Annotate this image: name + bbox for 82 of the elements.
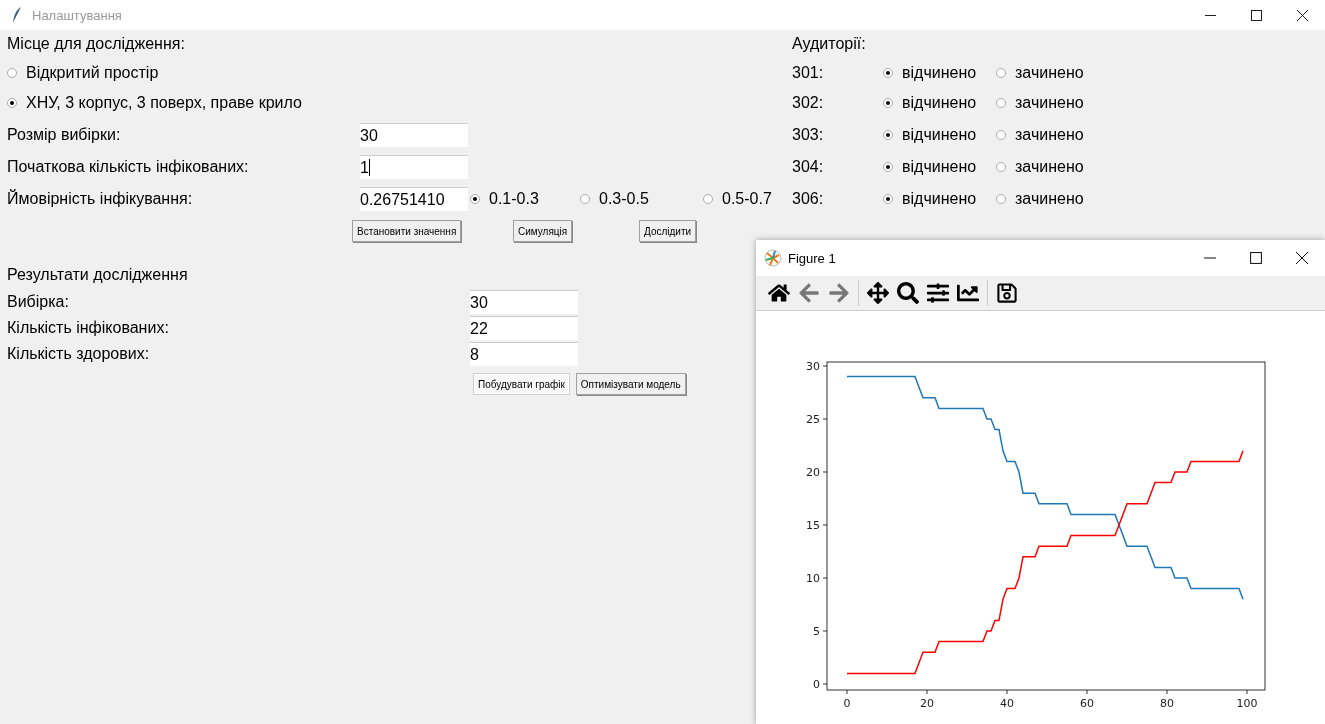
section-label: Результати дослідження <box>7 266 189 284</box>
room-number: 306: <box>792 190 825 208</box>
radio-indicator[interactable] <box>883 67 893 78</box>
field-label: Розмір вибірки: <box>7 126 122 144</box>
line-chart-icon[interactable] <box>955 282 981 304</box>
x-tick-label: 80 <box>1160 697 1174 710</box>
y-tick-label: 25 <box>806 413 820 426</box>
window-title: Figure 1 <box>788 250 836 266</box>
radio-button[interactable]: відчинено <box>883 158 996 176</box>
radio-button[interactable]: зачинено <box>996 158 1084 176</box>
search-icon[interactable] <box>895 282 921 304</box>
action-button[interactable]: Побудувати графік <box>473 373 570 395</box>
maximize-icon[interactable] <box>1250 9 1262 21</box>
feather-icon <box>12 7 22 23</box>
window-title: Налаштування <box>32 7 122 23</box>
radio-button[interactable]: зачинено <box>996 63 1084 82</box>
radio-indicator[interactable] <box>996 162 1006 172</box>
radio-button[interactable]: 0.5-0.7 <box>703 190 792 208</box>
radio-indicator[interactable] <box>996 67 1006 78</box>
y-tick-label: 15 <box>806 519 820 532</box>
radio-indicator[interactable] <box>883 130 893 140</box>
radio-button[interactable]: Відкритий простір <box>7 63 792 82</box>
x-tick-label: 60 <box>1080 697 1094 710</box>
room-number: 301: <box>792 63 825 82</box>
radio-indicator[interactable] <box>7 67 17 78</box>
input-field[interactable]: 0.26751410 <box>360 187 468 211</box>
section-label: Місце для дослідження: <box>7 35 186 53</box>
field-label: Початкова кількість інфікованих: <box>7 158 250 176</box>
radio-button[interactable]: відчинено <box>883 63 996 82</box>
result-field[interactable]: 30 <box>470 290 578 314</box>
y-tick-label: 10 <box>806 572 820 585</box>
x-tick-label: 0 <box>843 697 851 710</box>
radio-button[interactable]: зачинено <box>996 94 1084 112</box>
action-button[interactable]: Симуляція <box>513 220 573 242</box>
radio-button[interactable]: 0.3-0.5 <box>580 190 703 208</box>
radio-button[interactable]: ХНУ, 3 корпус, 3 поверх, праве крило <box>7 94 792 112</box>
room-number: 304: <box>792 158 825 176</box>
input-field[interactable]: 1 <box>360 155 468 179</box>
radio-indicator[interactable] <box>883 162 893 172</box>
radio-indicator[interactable] <box>580 194 590 204</box>
app-icon <box>764 249 782 267</box>
radio-button[interactable]: зачинено <box>996 190 1084 208</box>
radio-button[interactable]: зачинено <box>996 126 1084 144</box>
y-tick-label: 20 <box>806 466 820 479</box>
result-label: Кількість здорових: <box>7 345 151 363</box>
x-tick-label: 20 <box>920 697 934 710</box>
y-tick-label: 0 <box>813 677 820 691</box>
x-tick-label: 100 <box>1236 697 1258 710</box>
radio-button[interactable]: відчинено <box>883 126 996 144</box>
input-field[interactable]: 30 <box>360 123 468 147</box>
result-field[interactable]: 22 <box>470 316 578 340</box>
room-number: 302: <box>792 94 825 112</box>
radio-indicator[interactable] <box>883 194 893 204</box>
sliders-icon[interactable] <box>925 282 951 304</box>
room-number: 303: <box>792 126 825 144</box>
home-icon[interactable] <box>766 282 792 304</box>
x-tick-label: 40 <box>1000 697 1014 710</box>
section-label: Аудиторії: <box>792 35 867 53</box>
result-label: Вибірка: <box>7 293 70 311</box>
close-icon[interactable] <box>1296 252 1308 264</box>
maximize-icon[interactable] <box>1250 252 1262 264</box>
radio-button[interactable]: відчинено <box>883 94 996 112</box>
radio-indicator[interactable] <box>7 98 17 108</box>
y-tick-label: 30 <box>806 360 820 374</box>
result-label: Кількість інфікованих: <box>7 319 170 337</box>
radio-indicator[interactable] <box>470 194 480 204</box>
radio-indicator[interactable] <box>996 194 1006 204</box>
action-button[interactable]: Встановити значення <box>352 220 462 242</box>
action-button[interactable]: Дослідити <box>639 220 697 242</box>
field-label: Ймовірність інфікування: <box>7 190 194 208</box>
radio-button[interactable]: відчинено <box>883 190 996 208</box>
radio-button[interactable]: 0.1-0.3 <box>470 190 580 208</box>
radio-indicator[interactable] <box>703 194 713 204</box>
radio-indicator[interactable] <box>996 98 1006 108</box>
move-icon[interactable] <box>865 282 891 304</box>
result-field[interactable]: 8 <box>470 342 578 366</box>
action-button[interactable]: Оптимізувати модель <box>575 373 686 395</box>
save-icon[interactable] <box>994 282 1020 304</box>
radio-indicator[interactable] <box>996 130 1006 140</box>
close-icon[interactable] <box>1296 9 1308 21</box>
y-tick-label: 5 <box>813 624 820 638</box>
radio-indicator[interactable] <box>883 98 893 108</box>
